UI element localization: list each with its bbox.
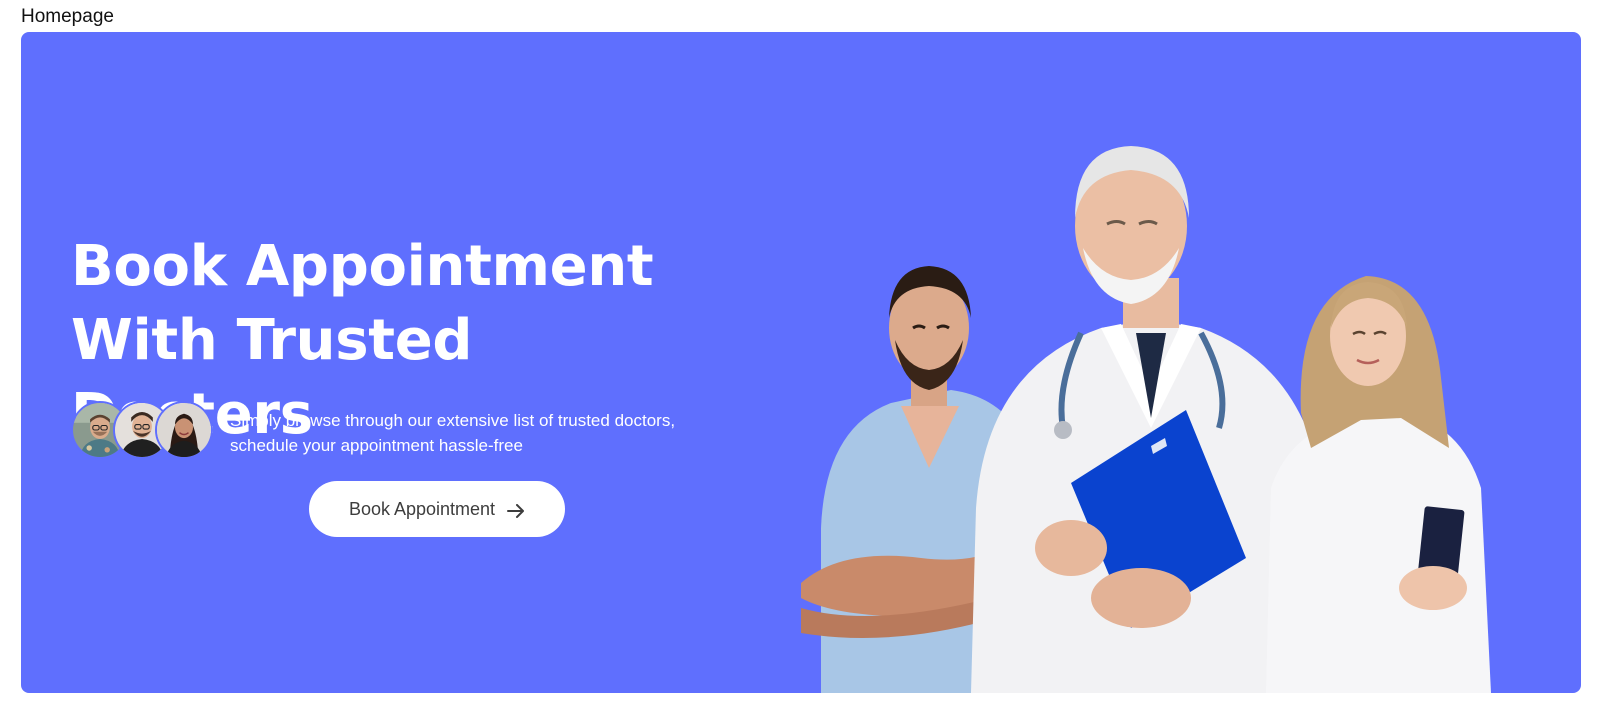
avatar xyxy=(155,401,213,459)
headline-line-1: Book Appointment xyxy=(71,234,654,299)
avatar-woman-image xyxy=(157,403,211,457)
social-proof-row: Simply browse through our extensive list… xyxy=(71,401,711,463)
hero-subtext: Simply browse through our extensive list… xyxy=(230,411,676,455)
doctors-illustration xyxy=(801,146,1491,693)
doctor-female-image xyxy=(1266,276,1491,693)
arrow-right-icon xyxy=(507,502,525,518)
book-appointment-button[interactable]: Book Appointment xyxy=(309,481,565,537)
page-title: Homepage xyxy=(21,6,114,27)
book-appointment-label: Book Appointment xyxy=(348,498,496,519)
avatar-group xyxy=(71,401,221,461)
hero-banner: Book Appointment With Trusted Docters xyxy=(21,32,1581,693)
